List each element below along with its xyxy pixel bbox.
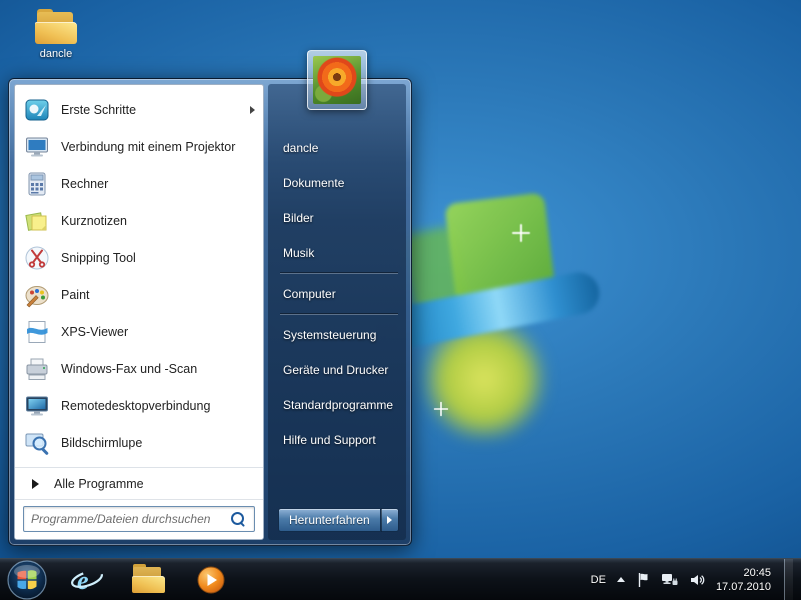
start-button[interactable] <box>6 559 48 600</box>
menu-item-help-support[interactable]: Hilfe und Support <box>268 422 406 457</box>
program-list: Erste Schritte Verbindung mit einem Proj… <box>15 85 263 467</box>
show-hidden-icons-chevron-icon[interactable] <box>616 577 625 582</box>
xps-viewer-icon <box>23 318 51 346</box>
shutdown-button[interactable]: Herunterfahren <box>278 508 381 532</box>
menu-item-label: Snipping Tool <box>61 250 136 265</box>
menu-item-default-programs[interactable]: Standardprogramme <box>268 387 406 422</box>
start-menu-left-panel: Erste Schritte Verbindung mit einem Proj… <box>14 84 264 540</box>
flower-avatar-image <box>313 56 361 104</box>
show-desktop-button[interactable] <box>784 558 793 600</box>
media-player-icon <box>197 566 225 593</box>
snipping-tool-icon <box>23 244 51 272</box>
menu-item-getting-started[interactable]: Erste Schritte <box>15 91 263 128</box>
menu-item-label: Rechner <box>61 176 109 191</box>
submenu-arrow-icon <box>250 105 255 114</box>
separator <box>280 272 398 274</box>
system-tray: DE 20:45 17.07.2010 <box>591 558 801 600</box>
start-menu-right-panel: dancle Dokumente Bilder Musik Computer S… <box>268 50 406 540</box>
menu-item-xps-viewer[interactable]: XPS-Viewer <box>15 313 263 350</box>
taskbar-media-player-button[interactable] <box>188 560 234 600</box>
all-programs-arrow-icon <box>32 478 39 489</box>
menu-item-fax-scan[interactable]: Windows-Fax und -Scan <box>15 350 263 387</box>
menu-item-label: Paint <box>61 287 90 302</box>
menu-item-documents[interactable]: Dokumente <box>268 165 406 200</box>
menu-item-label: Erste Schritte <box>61 102 137 117</box>
menu-item-label: Kurznotizen <box>61 213 128 228</box>
language-indicator[interactable]: DE <box>591 574 606 586</box>
menu-item-devices-printers[interactable]: Geräte und Drucker <box>268 352 406 387</box>
menu-item-label: Windows-Fax und -Scan <box>61 361 198 376</box>
sparkle-icon <box>512 224 530 242</box>
menu-item-user-folder[interactable]: dancle <box>268 130 406 165</box>
menu-item-snipping-tool[interactable]: Snipping Tool <box>15 239 263 276</box>
menu-item-computer[interactable]: Computer <box>268 276 406 311</box>
user-avatar[interactable] <box>307 50 367 110</box>
paint-icon <box>23 281 51 309</box>
menu-item-label: Verbindung mit einem Projektor <box>61 139 236 154</box>
all-programs-label: Alle Programme <box>54 476 144 491</box>
menu-item-music[interactable]: Musik <box>268 235 406 270</box>
shutdown-row: Herunterfahren <box>278 508 399 532</box>
clock[interactable]: 20:45 17.07.2010 <box>716 566 771 594</box>
search-row <box>15 499 263 539</box>
menu-item-control-panel[interactable]: Systemsteuerung <box>268 317 406 352</box>
calculator-icon <box>23 170 51 198</box>
separator <box>280 313 398 315</box>
clock-date: 17.07.2010 <box>715 580 771 593</box>
clock-time: 20:45 <box>743 566 771 579</box>
start-menu: Erste Schritte Verbindung mit einem Proj… <box>8 50 412 546</box>
menu-item-remote-desktop[interactable]: Remotedesktopverbindung <box>15 387 263 424</box>
menu-item-sticky-notes[interactable]: Kurznotizen <box>15 202 263 239</box>
sparkle-icon <box>433 401 449 417</box>
taskbar-explorer-button[interactable] <box>126 560 172 600</box>
all-programs-button[interactable]: Alle Programme <box>15 467 263 499</box>
menu-item-calculator[interactable]: Rechner <box>15 165 263 202</box>
windows-explorer-folder-icon <box>132 563 166 593</box>
search-box <box>23 506 255 532</box>
projector-icon <box>23 133 51 161</box>
desktop-icon-label: dancle <box>39 48 73 60</box>
windows-logo <box>373 190 603 440</box>
menu-item-label: XPS-Viewer <box>61 324 129 339</box>
menu-item-paint[interactable]: Paint <box>15 276 263 313</box>
internet-explorer-icon: e <box>71 566 103 595</box>
search-input[interactable] <box>31 512 226 526</box>
svg-text:e: e <box>77 566 89 595</box>
search-button[interactable] <box>226 508 250 530</box>
folder-icon <box>35 9 77 44</box>
menu-item-label: Remotedesktopverbindung <box>61 398 211 413</box>
menu-item-label: Bildschirmlupe <box>61 435 143 450</box>
network-icon[interactable] <box>661 572 678 588</box>
windows-start-orb-icon <box>7 559 47 600</box>
getting-started-icon <box>23 96 51 124</box>
sticky-notes-icon <box>23 207 51 235</box>
menu-item-projector[interactable]: Verbindung mit einem Projektor <box>15 128 263 165</box>
screen-magnifier-icon <box>23 429 51 457</box>
shutdown-options-arrow-icon[interactable] <box>380 508 399 532</box>
action-center-flag-icon[interactable] <box>636 572 650 588</box>
desktop-icon-dancle[interactable]: dancle <box>24 9 88 60</box>
menu-item-magnifier[interactable]: Bildschirmlupe <box>15 424 263 461</box>
taskbar: e DE 20:45 17.07.2010 <box>0 558 801 600</box>
fax-scan-icon <box>23 355 51 383</box>
remote-desktop-icon <box>23 392 51 420</box>
menu-item-pictures[interactable]: Bilder <box>268 200 406 235</box>
taskbar-internet-explorer-button[interactable]: e <box>64 560 110 600</box>
volume-icon[interactable] <box>689 572 705 588</box>
search-icon <box>231 512 245 526</box>
